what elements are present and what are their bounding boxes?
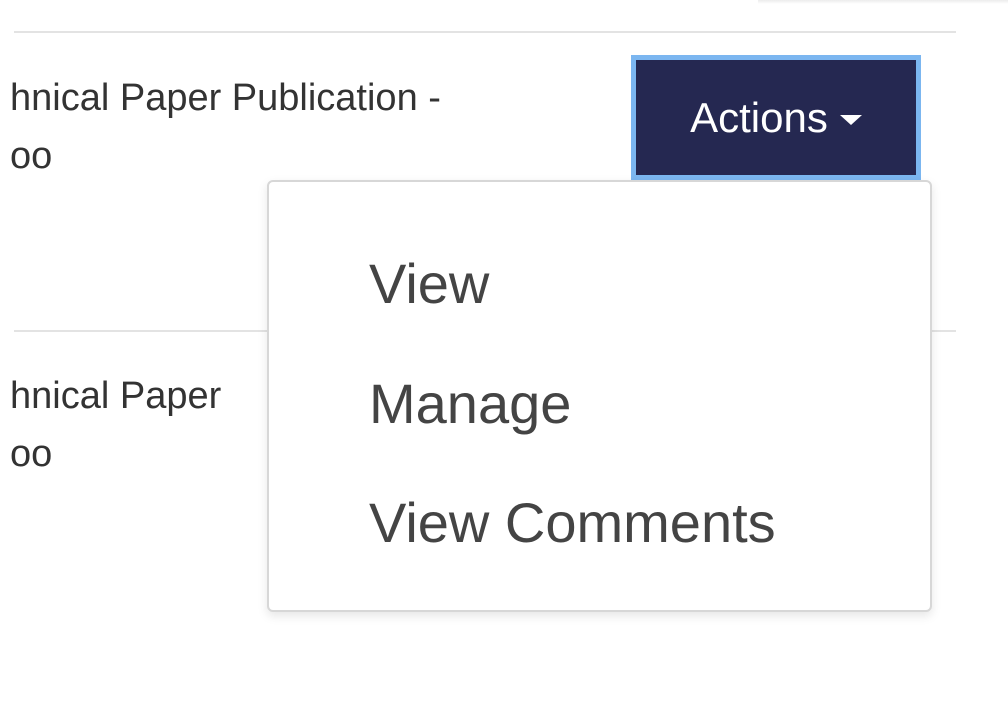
table-row: hnical Paper oo xyxy=(10,367,221,483)
table-row: hnical Paper Publication - oo xyxy=(10,69,441,185)
menu-item-manage[interactable]: Manage xyxy=(269,344,930,463)
actions-button-label: Actions xyxy=(690,93,828,141)
row-divider xyxy=(14,31,956,33)
actions-dropdown-button[interactable]: Actions xyxy=(631,55,921,180)
row-title-line: oo xyxy=(10,135,53,177)
top-edge-shadow xyxy=(758,0,1008,4)
actions-dropdown-menu: View Manage View Comments xyxy=(267,180,932,612)
caret-down-icon xyxy=(839,114,862,125)
menu-item-view-comments[interactable]: View Comments xyxy=(269,463,930,582)
row-title-line: hnical Paper xyxy=(10,375,222,417)
row-title-line: hnical Paper Publication - xyxy=(10,77,441,119)
menu-item-view[interactable]: View xyxy=(269,224,930,344)
row-title-line: oo xyxy=(10,433,53,475)
